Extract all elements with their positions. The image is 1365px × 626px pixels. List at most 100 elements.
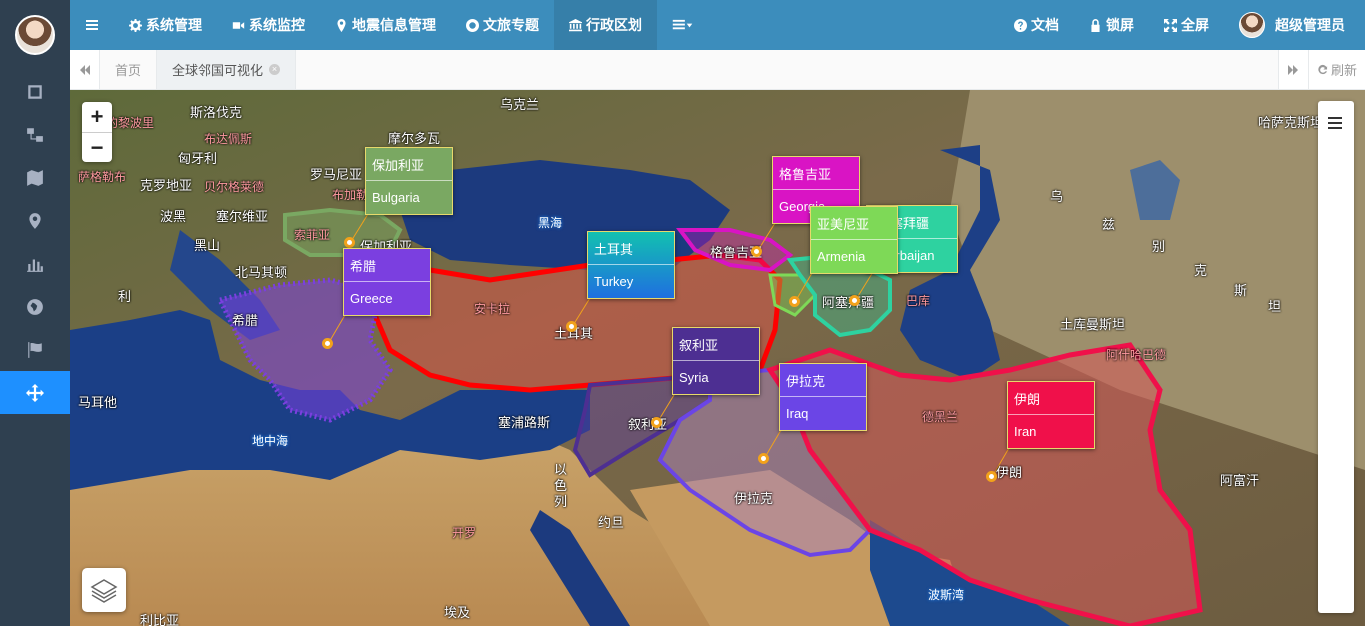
map-label: 罗马尼亚 bbox=[310, 167, 363, 182]
map-icon bbox=[27, 169, 43, 186]
tab-label: 首页 bbox=[115, 63, 142, 78]
map-label: 坦 bbox=[1268, 299, 1282, 314]
nav-label: 锁屏 bbox=[1106, 17, 1134, 33]
map-view[interactable]: 乌克兰 斯洛伐克 匈牙利 摩尔多瓦 罗马尼亚 克罗地亚 波黑 塞尔维亚 黑山 北… bbox=[70, 90, 1365, 626]
map-marker-bulgaria[interactable] bbox=[344, 237, 355, 248]
tab-global-neighbors[interactable]: 全球邻国可视化 × bbox=[157, 50, 297, 89]
nav-label: 系统管理 bbox=[146, 17, 202, 33]
map-label: 地中海 bbox=[252, 434, 289, 448]
side-panel-toggle[interactable] bbox=[1318, 101, 1354, 613]
nav-system-monitor[interactable]: 系统监控 bbox=[217, 0, 320, 50]
country-card-armenia[interactable]: 亚美尼亚 Armenia bbox=[810, 206, 898, 274]
sidebar-item-chart[interactable] bbox=[0, 242, 70, 285]
sidebar-item-dashboard[interactable] bbox=[0, 70, 70, 113]
sidebar-item-location[interactable] bbox=[0, 199, 70, 242]
frame-icon bbox=[28, 84, 42, 99]
country-card-bulgaria[interactable]: 保加利亚 Bulgaria bbox=[365, 147, 453, 215]
map-label: 别 bbox=[1152, 239, 1166, 254]
map-label: 安卡拉 bbox=[474, 302, 511, 316]
map-marker-iran[interactable] bbox=[986, 471, 997, 482]
map-label: 哈萨克斯坦 bbox=[1258, 115, 1324, 130]
menu-toggle-button[interactable] bbox=[70, 0, 114, 50]
map-marker-icon bbox=[29, 212, 41, 229]
refresh-button[interactable]: 刷新 bbox=[1307, 50, 1365, 89]
map-label: 兹 bbox=[1102, 217, 1116, 232]
map-label: 波黑 bbox=[160, 209, 187, 224]
zoom-in-button[interactable]: + bbox=[82, 102, 112, 132]
zoom-out-button[interactable]: − bbox=[82, 132, 112, 162]
country-card-turkey[interactable]: 土耳其 Turkey bbox=[587, 231, 675, 299]
sidebar-item-globe[interactable] bbox=[0, 285, 70, 328]
map-label: 波斯湾 bbox=[928, 588, 965, 602]
tab-scroll-right-button[interactable] bbox=[1277, 50, 1308, 89]
map-label: 土库曼斯坦 bbox=[1060, 317, 1126, 332]
bars-icon bbox=[86, 20, 98, 30]
country-card-syria[interactable]: 叙利亚 Syria bbox=[672, 327, 760, 395]
sidebar-item-network[interactable] bbox=[0, 113, 70, 156]
map-label: 阿什哈巴德 bbox=[1106, 348, 1167, 362]
map-label: 黑海 bbox=[538, 216, 563, 230]
country-name-zh: 保加利亚 bbox=[366, 148, 452, 181]
refresh-icon bbox=[1318, 64, 1328, 75]
sidebar-item-map[interactable] bbox=[0, 156, 70, 199]
map-marker-syria[interactable] bbox=[651, 417, 662, 428]
country-name-en: Bulgaria bbox=[372, 190, 420, 205]
nav-label: 文档 bbox=[1031, 17, 1059, 33]
map-marker-georgia[interactable] bbox=[751, 246, 762, 257]
nav-label: 系统监控 bbox=[249, 17, 305, 33]
map-label: 克 bbox=[1194, 263, 1208, 278]
country-name-en: Turkey bbox=[594, 274, 634, 289]
expand-icon bbox=[1164, 18, 1177, 32]
globe-icon bbox=[27, 298, 43, 315]
map-label: 斯洛伐克 bbox=[190, 105, 243, 120]
country-card-iran[interactable]: 伊朗 Iran bbox=[1007, 381, 1095, 449]
nav-system-management[interactable]: 系统管理 bbox=[114, 0, 217, 50]
tab-bar: 首页 全球邻国可视化 × 刷新 bbox=[70, 50, 1365, 90]
map-label: 萨格勒布 bbox=[78, 170, 127, 184]
country-name-en: Iraq bbox=[786, 406, 809, 421]
map-label: 伊朗 bbox=[996, 465, 1023, 480]
lock-icon bbox=[1091, 18, 1100, 32]
nav-administrative-division[interactable]: 行政区划 bbox=[554, 0, 657, 50]
nav-culture-tourism[interactable]: 文旅专题 bbox=[451, 0, 554, 50]
video-icon bbox=[232, 21, 245, 29]
arrows-icon bbox=[26, 383, 44, 402]
map-label: 匈牙利 bbox=[178, 151, 218, 166]
nav-user-menu[interactable]: 超级管理员 bbox=[1224, 0, 1365, 50]
map-label: 摩尔多瓦 bbox=[388, 131, 441, 146]
layers-icon bbox=[90, 579, 118, 603]
double-chevron-left-icon bbox=[79, 64, 90, 75]
sidebar-item-flag[interactable] bbox=[0, 328, 70, 371]
avatar[interactable] bbox=[15, 15, 55, 55]
country-name-zh: 希腊 bbox=[344, 249, 430, 282]
map-marker-azerbaijan[interactable] bbox=[849, 295, 860, 306]
country-name-zh: 土耳其 bbox=[588, 232, 674, 265]
country-card-iraq[interactable]: 伊拉克 Iraq bbox=[779, 363, 867, 431]
map-marker-iraq[interactable] bbox=[758, 453, 769, 464]
map-marker-turkey[interactable] bbox=[566, 321, 577, 332]
map-marker-armenia[interactable] bbox=[789, 296, 800, 307]
nav-fullscreen[interactable]: 全屏 bbox=[1149, 0, 1224, 50]
nav-earthquake-info[interactable]: 地震信息管理 bbox=[320, 0, 451, 50]
close-icon[interactable]: × bbox=[269, 64, 281, 75]
country-name-zh: 伊拉克 bbox=[780, 364, 866, 397]
map-label: 黑山 bbox=[194, 238, 221, 253]
layer-switcher-button[interactable] bbox=[82, 568, 126, 612]
sidebar-item-arrows[interactable] bbox=[0, 371, 70, 414]
map-label: 布达佩斯 bbox=[204, 132, 253, 146]
map-label: 斯 bbox=[1234, 283, 1248, 298]
nav-lock-screen[interactable]: 锁屏 bbox=[1074, 0, 1149, 50]
tab-scroll-left-button[interactable] bbox=[70, 50, 100, 89]
map-label: 贝尔格莱德 bbox=[204, 180, 265, 194]
map-label: 塞尔维亚 bbox=[216, 209, 269, 224]
flag-icon bbox=[28, 341, 42, 358]
map-label: 埃及 bbox=[444, 605, 471, 620]
nav-docs[interactable]: 文档 bbox=[999, 0, 1074, 50]
life-ring-icon bbox=[466, 18, 479, 32]
tab-home[interactable]: 首页 bbox=[100, 50, 158, 89]
nav-more-dropdown[interactable] bbox=[657, 0, 709, 50]
map-label: 塞浦路斯 bbox=[498, 415, 551, 430]
country-card-greece[interactable]: 希腊 Greece bbox=[343, 248, 431, 316]
map-marker-greece[interactable] bbox=[322, 338, 333, 349]
network-icon bbox=[27, 127, 43, 142]
